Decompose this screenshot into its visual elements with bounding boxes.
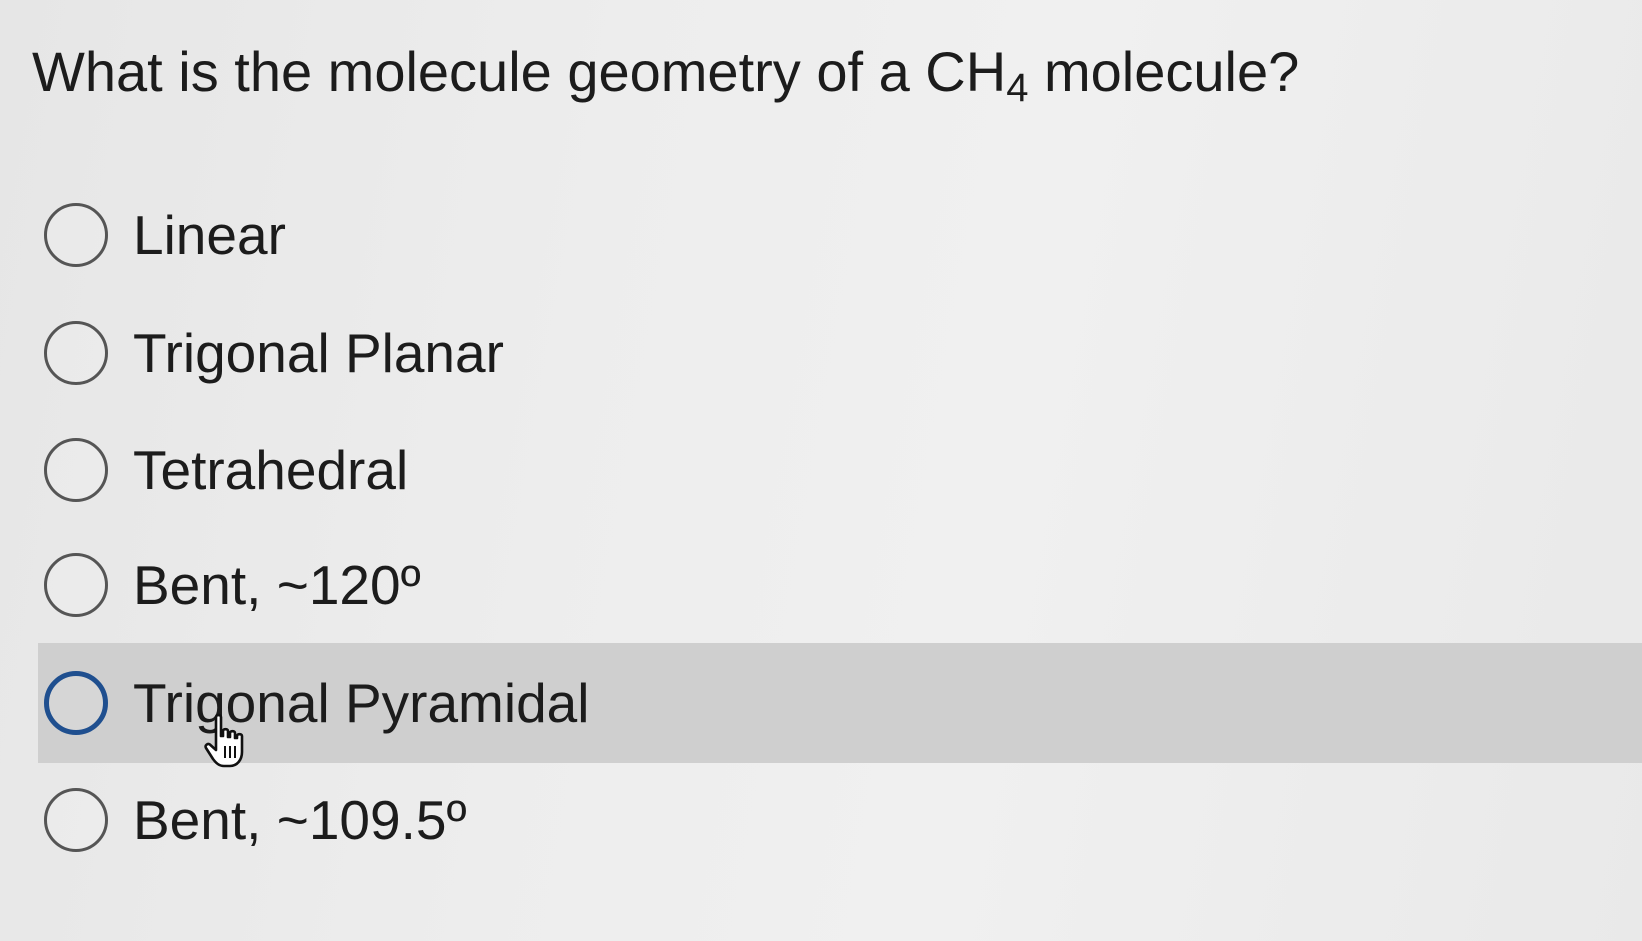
radio-circle-icon[interactable] xyxy=(44,321,108,385)
option-trigonal-planar[interactable]: Trigonal Planar xyxy=(38,293,1642,413)
radio-circle-icon[interactable] xyxy=(44,788,108,852)
radio-circle-icon[interactable] xyxy=(44,553,108,617)
option-bent-120[interactable]: Bent, ~120º xyxy=(38,525,1642,645)
option-label[interactable]: Linear xyxy=(133,203,286,267)
option-trigonal-pyramidal[interactable]: Trigonal Pyramidal xyxy=(38,643,1642,763)
radio-circle-icon[interactable] xyxy=(44,438,108,502)
radio-circle-icon[interactable] xyxy=(44,203,108,267)
hand-pointer-icon xyxy=(204,713,244,768)
option-label[interactable]: Bent, ~109.5º xyxy=(133,788,467,852)
question-prefix: What is the molecule geometry of a CH xyxy=(32,40,1007,103)
question-text: What is the molecule geometry of a CH4 m… xyxy=(32,38,1300,108)
question-subscript: 4 xyxy=(1006,66,1029,110)
radio-circle-icon[interactable] xyxy=(44,671,108,735)
option-label[interactable]: Tetrahedral xyxy=(133,438,408,502)
option-label[interactable]: Trigonal Planar xyxy=(133,321,504,385)
option-linear[interactable]: Linear xyxy=(38,175,1642,295)
option-label[interactable]: Bent, ~120º xyxy=(133,553,421,617)
option-bent-109-5[interactable]: Bent, ~109.5º xyxy=(38,760,1642,880)
question-suffix: molecule? xyxy=(1028,40,1300,103)
option-tetrahedral[interactable]: Tetrahedral xyxy=(38,410,1642,530)
